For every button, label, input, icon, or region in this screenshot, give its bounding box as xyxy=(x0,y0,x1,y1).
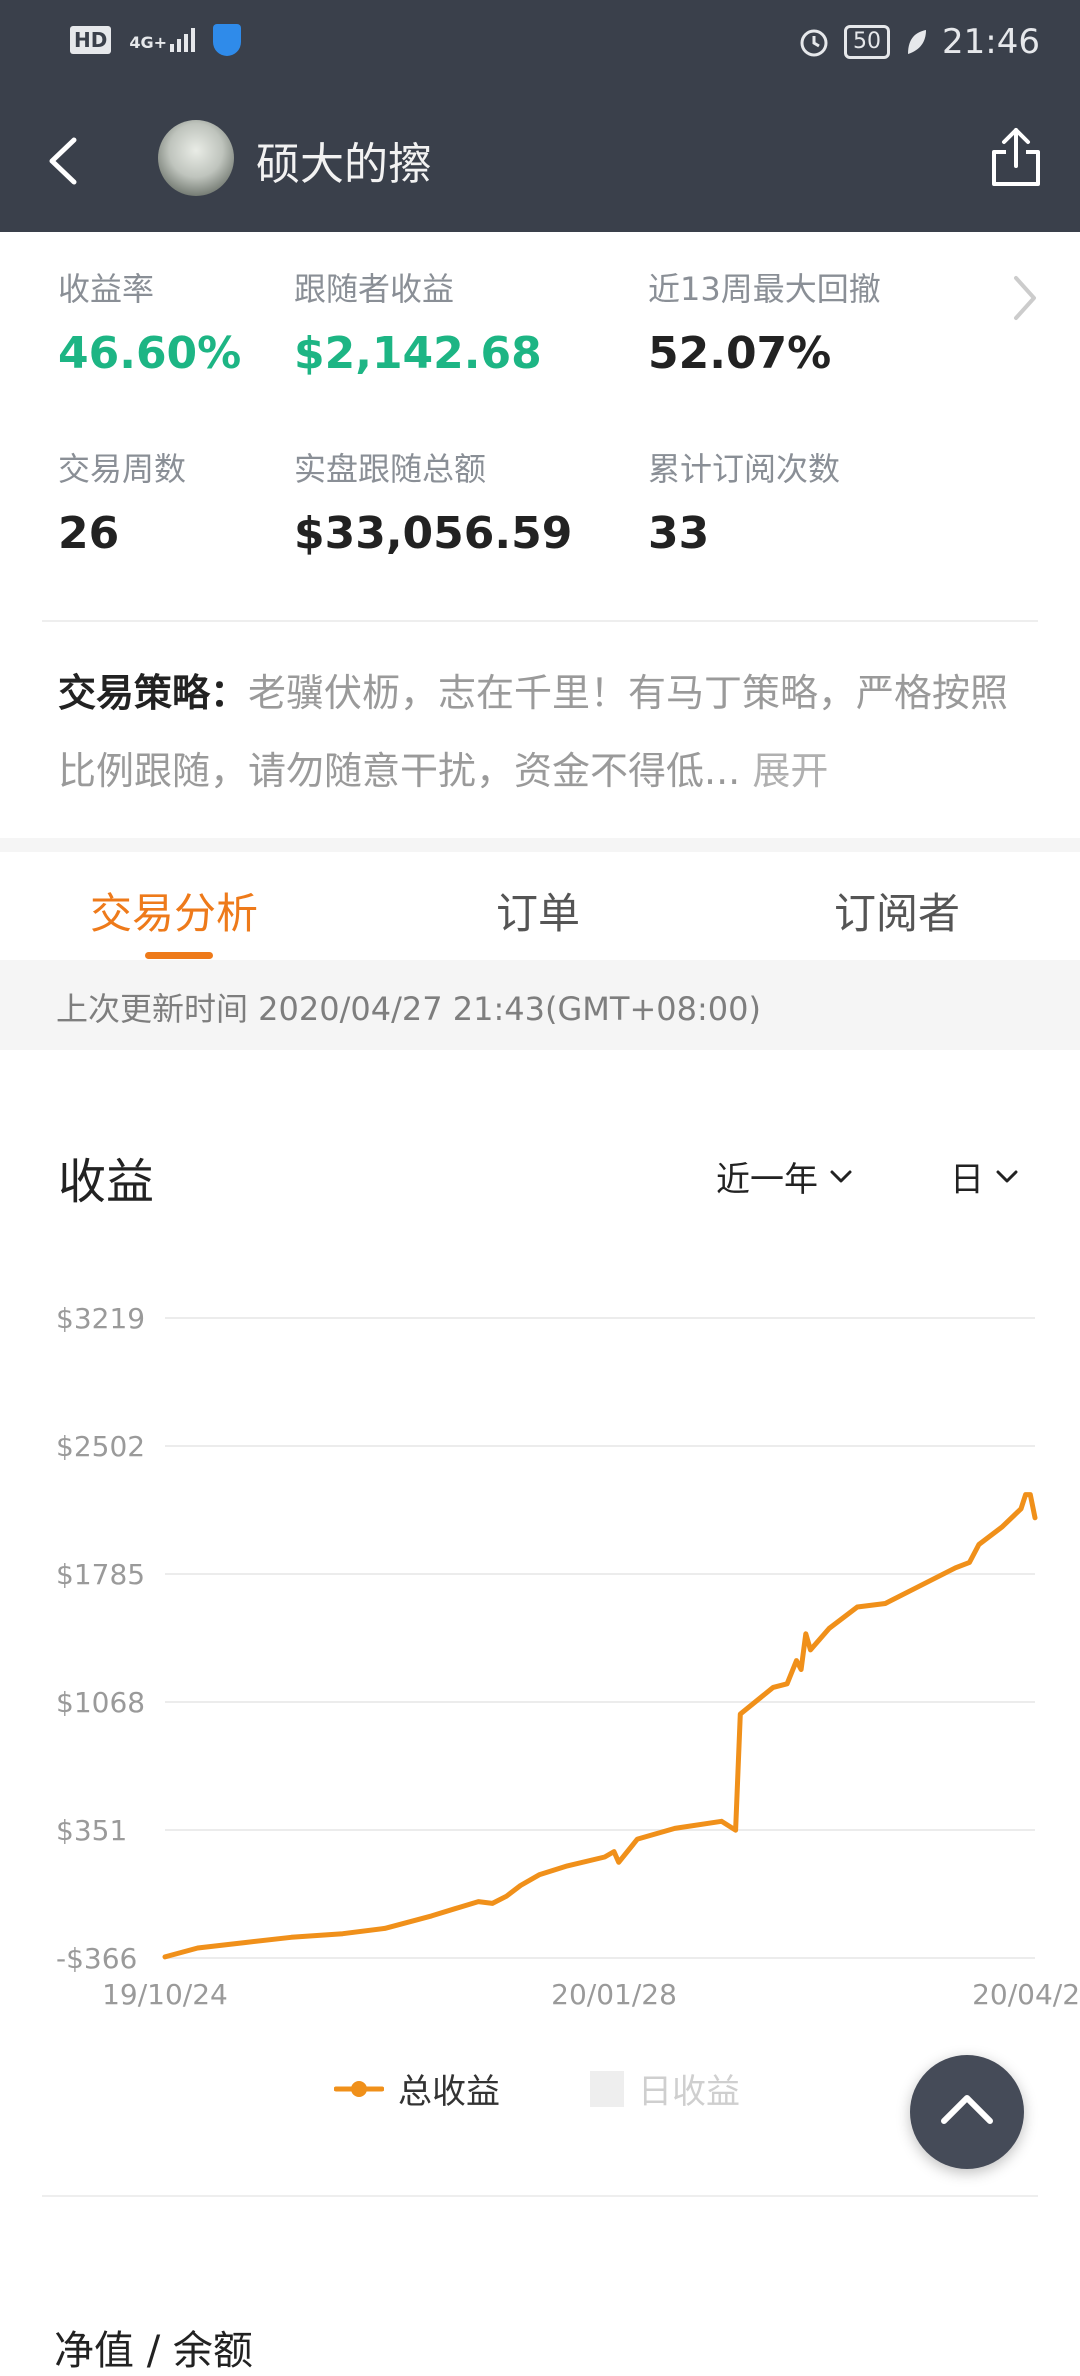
legend-label: 总收益 xyxy=(398,2072,500,2112)
range-dropdown[interactable]: 近一年 xyxy=(716,1152,854,1201)
expand-link[interactable]: 展开 xyxy=(752,749,828,793)
stat-label: 实盘跟随总额 xyxy=(294,450,487,488)
y-tick-label: $1068 xyxy=(56,1686,145,1719)
stat-trading-weeks: 交易周数 26 xyxy=(58,444,186,559)
active-tab-indicator xyxy=(145,952,213,959)
series-line-total-profit xyxy=(162,1492,1038,1960)
battery-icon: 50 xyxy=(844,25,891,59)
legend-label: 日收益 xyxy=(638,2072,740,2112)
nav-bar: 硕大的擦 xyxy=(0,90,1080,232)
stat-follower-profit: 跟随者收益 $2,142.68 xyxy=(294,264,542,379)
update-time-text: 上次更新时间 2020/04/27 21:43(GMT+08:00) xyxy=(56,990,761,1028)
y-tick-label: $2502 xyxy=(56,1430,145,1463)
range-dropdown-label: 近一年 xyxy=(716,1160,818,1200)
legend-item-daily-profit[interactable]: 日收益 xyxy=(590,2064,740,2113)
chevron-up-icon xyxy=(941,2095,993,2124)
stat-value: 46.60% xyxy=(58,328,242,379)
stat-label: 收益率 xyxy=(58,270,155,308)
stat-value: 33 xyxy=(648,508,710,559)
chevron-down-icon xyxy=(830,1170,852,1182)
y-tick-label: $3219 xyxy=(56,1302,145,1335)
period-dropdown[interactable]: 日 xyxy=(950,1152,1020,1201)
tab-orders[interactable]: 订单 xyxy=(496,880,580,941)
stat-value: $2,142.68 xyxy=(294,328,542,379)
signal-icon: 4G+ xyxy=(129,28,196,52)
period-dropdown-label: 日 xyxy=(950,1160,984,1200)
x-tick-label: 20/04/27 xyxy=(972,1978,1080,2011)
hd-indicator: HD xyxy=(70,26,112,54)
legend-marker-icon xyxy=(334,2080,384,2097)
back-arrow-icon[interactable] xyxy=(30,126,100,196)
y-tick-label: -$366 xyxy=(56,1942,137,1975)
stat-label: 近13周最大回撤 xyxy=(648,270,881,308)
stat-value: 26 xyxy=(58,508,120,559)
stat-label: 交易周数 xyxy=(58,450,187,488)
stat-follow-total: 实盘跟随总额 $33,056.59 xyxy=(294,444,572,559)
update-time-bar: 上次更新时间 2020/04/27 21:43(GMT+08:00) xyxy=(0,960,1080,1050)
y-tick-label: $1785 xyxy=(56,1558,145,1591)
net-value-section-title: 净值 / 余额 xyxy=(54,2328,253,2374)
x-tick-label: 19/10/24 xyxy=(102,1978,228,2011)
security-shield-icon xyxy=(213,24,242,56)
stat-return-rate: 收益率 46.60% xyxy=(58,264,241,379)
tab-subscribers[interactable]: 订阅者 xyxy=(834,880,960,941)
share-icon[interactable] xyxy=(976,118,1056,198)
legend-item-total-profit[interactable]: 总收益 xyxy=(334,2064,500,2113)
stat-value: $33,056.59 xyxy=(294,508,573,559)
alarm-icon xyxy=(800,29,828,57)
status-bar: HD 4G+ 50 21:46 xyxy=(0,0,1080,90)
x-tick-label: 20/01/28 xyxy=(551,1978,677,2011)
scroll-to-top-button[interactable] xyxy=(910,2055,1024,2169)
strategy-description: 交易策略：老骥伏枥，志在千里！有马丁策略，严格按照比例跟随，请勿随意干扰，资金不… xyxy=(58,654,1038,810)
strategy-label: 交易策略： xyxy=(58,671,249,715)
y-tick-label: $351 xyxy=(56,1814,127,1847)
avatar[interactable] xyxy=(158,120,234,196)
divider xyxy=(42,620,1038,622)
chevron-right-icon[interactable] xyxy=(1000,268,1050,328)
clock-time: 21:46 xyxy=(942,22,1040,62)
section-gap xyxy=(0,838,1080,852)
divider xyxy=(42,2195,1038,2197)
tab-bar: 交易分析 订单 订阅者 xyxy=(0,852,1080,960)
stat-subscriptions: 累计订阅次数 33 xyxy=(648,444,840,559)
stat-label: 累计订阅次数 xyxy=(648,450,841,488)
stat-max-drawdown: 近13周最大回撤 52.07% xyxy=(648,264,881,379)
profit-chart: -$366 $351 $1068 $1785 $2502 $3219 19/10/24 20… xyxy=(56,1302,1080,2011)
profit-section-title: 收益 xyxy=(58,1154,155,1210)
stat-label: 跟随者收益 xyxy=(294,270,455,308)
stat-value: 52.07% xyxy=(648,328,832,379)
leaf-icon xyxy=(908,30,927,54)
stats-panel: 收益率 46.60% 跟随者收益 $2,142.68 近13周最大回撤 52.0… xyxy=(0,232,1080,620)
legend-swatch-icon xyxy=(590,2070,624,2107)
tab-trade-analysis[interactable]: 交易分析 xyxy=(90,880,258,941)
page-title: 硕大的擦 xyxy=(256,139,432,190)
chevron-down-icon xyxy=(996,1170,1018,1182)
